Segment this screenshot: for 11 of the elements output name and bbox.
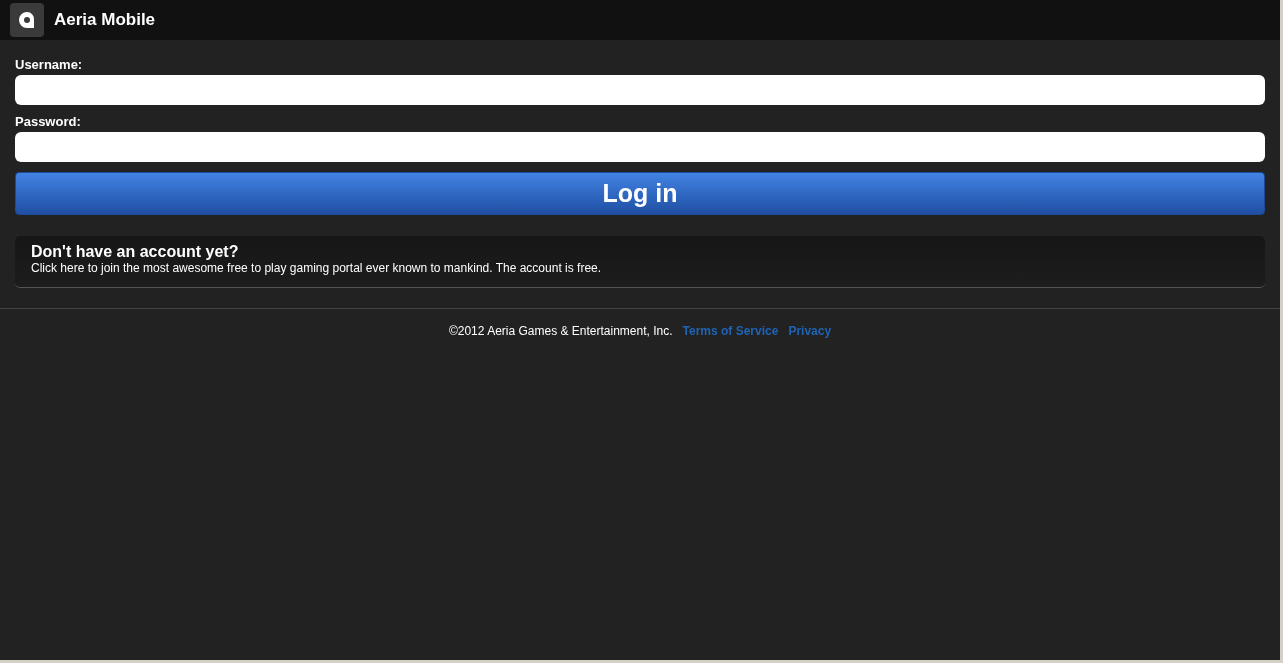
field-label: Username: — [15, 57, 83, 73]
field-label: Password: — [15, 114, 81, 130]
signup-title: Don't have an account yet? — [31, 244, 240, 260]
input-field[interactable] — [15, 75, 1265, 105]
copyright-text: ©2012 Aeria Games & Entertainment, Inc. — [448, 323, 673, 340]
input-field[interactable] — [15, 132, 1265, 162]
login-button[interactable]: Log in — [15, 172, 1265, 215]
signup-card[interactable]: Don't have an account yet? Click here to join the most awesome free to play gaming portal ever known to mankind. The account is free. — [15, 236, 1265, 288]
app-title: Aeria Mobile — [54, 9, 156, 32]
logo-icon — [10, 3, 44, 37]
signup-text: Click here to join the most awesome free to play gaming portal ever known to mankind. The account is free. — [31, 260, 603, 276]
